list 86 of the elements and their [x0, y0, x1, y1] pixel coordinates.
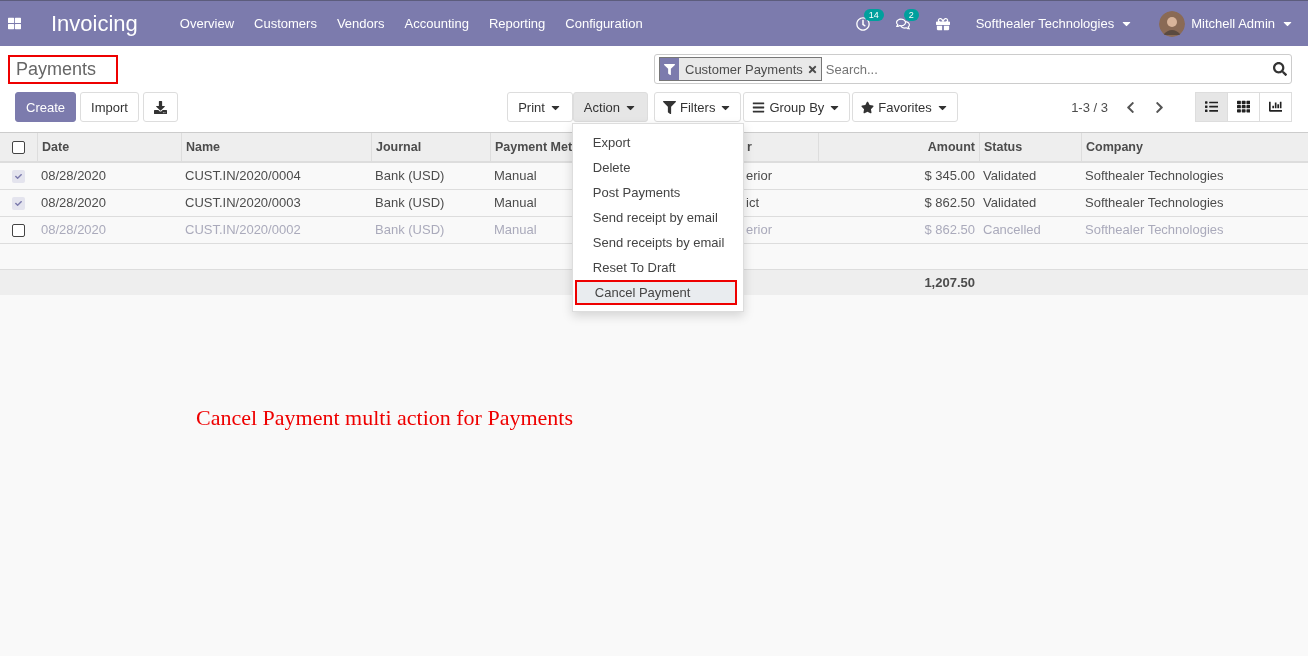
filter-dropdown[interactable]: Filters [654, 92, 742, 122]
filter-icon [664, 63, 675, 75]
table-cell-text: erior [745, 167, 773, 185]
table-cell-text: Validated [982, 167, 1038, 185]
check-icon [15, 199, 22, 207]
table-cell-text: Cancelled [982, 221, 1042, 239]
list-view-icon [1204, 100, 1219, 114]
table-cell-text: 08/28/2020 [40, 194, 108, 212]
pager: 1-3 / 3 [1071, 99, 1108, 115]
table-cell-text: Bank (USD) [374, 221, 446, 239]
table-cell-text: CUST.IN/2020/0004 [184, 167, 302, 185]
next-icon[interactable] [1153, 100, 1166, 114]
table-cell-text: $ 862.50 [923, 194, 976, 212]
gift-icon[interactable] [935, 16, 950, 31]
activity-icon[interactable] [855, 16, 870, 31]
star-icon [861, 100, 875, 114]
table-cell-text: Manual [493, 167, 538, 185]
column-header[interactable]: Company [1082, 133, 1147, 161]
table-cell-text: CUST.IN/2020/0002 [184, 221, 302, 239]
filter-dropdown[interactable]: Group By [743, 92, 851, 122]
download-icon [153, 100, 167, 114]
menu-item[interactable]: Send receipts by email [572, 230, 743, 255]
download-button[interactable] [142, 92, 178, 122]
nav-menu-item[interactable]: Vendors [326, 16, 395, 31]
table-cell-text: ict [745, 194, 760, 212]
table-cell-text: Bank (USD) [374, 167, 446, 185]
amount-total: 1,207.50 [924, 274, 975, 292]
list-icon [752, 100, 766, 114]
table-cell-text: CUST.IN/2020/0003 [184, 194, 302, 212]
table-cell-text: erior [745, 221, 773, 239]
table-cell-text: Manual [493, 221, 538, 239]
table-cell-text: 08/28/2020 [40, 167, 108, 185]
menu-item[interactable]: Cancel Payment [574, 280, 737, 305]
search-field[interactable]: Customer Payments Search... [654, 54, 1292, 84]
user-menu[interactable]: Mitchell Admin [1191, 16, 1294, 31]
view-switch[interactable] [1259, 92, 1292, 122]
filter-icon [663, 100, 676, 114]
filter-facet[interactable]: Customer Payments [659, 57, 822, 81]
table-cell-text: $ 862.50 [923, 221, 976, 239]
grid-view-icon [1236, 100, 1251, 114]
table-cell-text: Validated [982, 194, 1038, 212]
column-header[interactable]: Journal [372, 133, 426, 161]
checkbox[interactable] [12, 223, 25, 237]
table-cell-text: Bank (USD) [374, 194, 446, 212]
nav-menu-item[interactable]: Accounting [394, 16, 479, 31]
bar-chart-icon [1268, 100, 1283, 114]
import-button[interactable]: Import [80, 92, 139, 122]
apps-menu-icon[interactable] [8, 17, 21, 30]
nav-menu-item[interactable]: Reporting [478, 16, 556, 31]
table-cell-text: Manual [493, 194, 538, 212]
nav-menu-item[interactable]: Customers [244, 16, 327, 31]
activity-count: 14 [863, 8, 884, 21]
message-count: 2 [903, 8, 919, 21]
search-icon[interactable] [1273, 62, 1287, 76]
column-header[interactable]: Amount [923, 133, 979, 161]
print-button[interactable]: Print [507, 92, 573, 122]
action-button[interactable]: Action [572, 92, 648, 122]
table-cell-text: $ 345.00 [923, 167, 976, 185]
close-icon[interactable] [806, 63, 818, 75]
menu-item[interactable]: Post Payments [572, 180, 743, 205]
table-cell-text: 08/28/2020 [40, 221, 108, 239]
column-header[interactable]: Name [182, 133, 225, 161]
checkbox[interactable] [12, 196, 25, 210]
app-title: Invoicing [51, 10, 138, 37]
checkbox[interactable] [12, 169, 25, 183]
check-icon [15, 172, 22, 180]
user-avatar[interactable] [1159, 10, 1186, 37]
page-title: Payments [8, 54, 118, 84]
table-cell-text: Softhealer Technologies [1084, 194, 1225, 212]
table-cell-text: Softhealer Technologies [1084, 221, 1225, 239]
menu-item[interactable]: Send receipt by email [572, 205, 743, 230]
nav-menu-item[interactable]: Overview [169, 16, 245, 31]
create-button[interactable]: Create [15, 92, 77, 122]
view-switch[interactable] [1227, 92, 1260, 122]
table-cell-text: Softhealer Technologies [1084, 167, 1225, 185]
nav-menu-item[interactable]: Configuration [555, 16, 653, 31]
previous-icon[interactable] [1124, 100, 1137, 114]
column-header[interactable]: Date [38, 133, 74, 161]
column-header[interactable]: Status [980, 133, 1027, 161]
menu-item[interactable]: Reset To Draft [572, 255, 743, 280]
caption: Cancel Payment multi action for Payments [196, 405, 574, 431]
chat-icon[interactable] [895, 16, 910, 31]
filter-dropdown[interactable]: Favorites [852, 92, 958, 122]
checkbox[interactable] [12, 140, 25, 154]
view-switch[interactable] [1195, 92, 1228, 122]
company-switcher[interactable]: Softhealer Technologies [975, 16, 1134, 31]
